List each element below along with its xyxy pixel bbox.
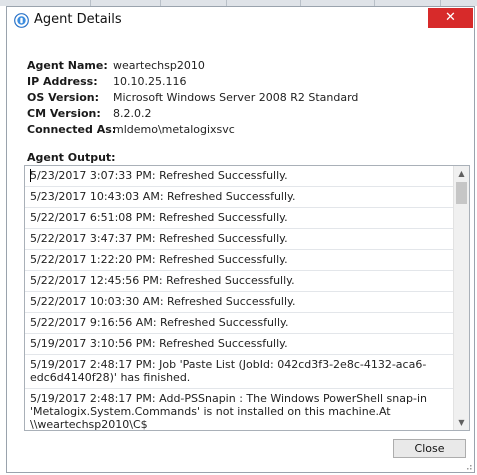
log-line[interactable]: 5/23/2017 10:43:03 AM: Refreshed Success…	[25, 187, 453, 208]
os-version-label: OS Version:	[27, 91, 100, 104]
close-button[interactable]: Close	[393, 439, 466, 458]
dialog-title: Agent Details	[34, 12, 122, 27]
agent-details-dialog: Agent Details ✕ Agent Name: weartechsp20…	[6, 6, 475, 473]
scroll-up-arrow-icon[interactable]: ▲	[454, 166, 469, 181]
connected-as-row: Connected As: mldemo\metalogixsvc	[27, 123, 447, 139]
resize-grip-icon[interactable]	[464, 462, 472, 470]
log-line-text: 5/22/2017 9:16:56 AM: Refreshed Successf…	[30, 316, 289, 329]
agent-name-row: Agent Name: weartechsp2010	[27, 59, 447, 75]
agent-icon	[14, 13, 29, 28]
agent-output-label: Agent Output:	[27, 151, 116, 164]
log-line-text: 5/22/2017 1:22:20 PM: Refreshed Successf…	[30, 253, 288, 266]
title-bar[interactable]: Agent Details ✕	[7, 7, 474, 35]
ip-address-row: IP Address: 10.10.25.116	[27, 75, 447, 91]
log-line[interactable]: 5/22/2017 12:45:56 PM: Refreshed Success…	[25, 271, 453, 292]
os-version-row: OS Version: Microsoft Windows Server 200…	[27, 91, 447, 107]
log-line[interactable]: 5/19/2017 2:48:17 PM: Job 'Paste List (J…	[25, 355, 453, 389]
log-line-text: 5/22/2017 10:03:30 AM: Refreshed Success…	[30, 295, 296, 308]
log-line[interactable]: 5/22/2017 10:03:30 AM: Refreshed Success…	[25, 292, 453, 313]
text-cursor	[30, 169, 31, 182]
log-line-text: 5/19/2017 3:10:56 PM: Refreshed Successf…	[30, 337, 288, 350]
log-line[interactable]: 5/22/2017 3:47:37 PM: Refreshed Successf…	[25, 229, 453, 250]
log-line[interactable]: 5/19/2017 3:10:56 PM: Refreshed Successf…	[25, 334, 453, 355]
agent-info-panel: Agent Name: weartechsp2010 IP Address: 1…	[27, 59, 447, 139]
cm-version-row: CM Version: 8.2.0.2	[27, 107, 447, 123]
cm-version-value: 8.2.0.2	[113, 107, 152, 120]
cm-version-label: CM Version:	[27, 107, 101, 120]
log-line-text: 5/22/2017 6:51:08 PM: Refreshed Successf…	[30, 211, 288, 224]
log-line[interactable]: 5/22/2017 9:16:56 AM: Refreshed Successf…	[25, 313, 453, 334]
log-line-text: 5/23/2017 10:43:03 AM: Refreshed Success…	[30, 190, 296, 203]
agent-name-value: weartechsp2010	[113, 59, 205, 72]
scrollbar-thumb[interactable]	[456, 182, 467, 204]
agent-output-log[interactable]: 5/23/2017 3:07:33 PM: Refreshed Successf…	[24, 165, 470, 431]
scroll-down-arrow-icon[interactable]: ▼	[454, 415, 469, 430]
log-line-text: 5/22/2017 12:45:56 PM: Refreshed Success…	[30, 274, 295, 287]
log-line-text: 5/23/2017 3:07:33 PM: Refreshed Successf…	[30, 169, 288, 182]
log-line[interactable]: 5/22/2017 6:51:08 PM: Refreshed Successf…	[25, 208, 453, 229]
agent-name-label: Agent Name:	[27, 59, 108, 72]
vertical-scrollbar[interactable]: ▲ ▼	[453, 166, 469, 430]
log-line[interactable]: 5/23/2017 3:07:33 PM: Refreshed Successf…	[25, 166, 453, 187]
log-line-text: 5/19/2017 2:48:17 PM: Add-PSSnapin : The…	[30, 392, 427, 430]
os-version-value: Microsoft Windows Server 2008 R2 Standar…	[113, 91, 359, 104]
log-line-text: 5/19/2017 2:48:17 PM: Job 'Paste List (J…	[30, 358, 427, 384]
connected-as-label: Connected As:	[27, 123, 117, 136]
log-line[interactable]: 5/22/2017 1:22:20 PM: Refreshed Successf…	[25, 250, 453, 271]
ip-address-label: IP Address:	[27, 75, 98, 88]
log-lines: 5/23/2017 3:07:33 PM: Refreshed Successf…	[25, 166, 453, 430]
connected-as-value: mldemo\metalogixsvc	[113, 123, 235, 136]
ip-address-value: 10.10.25.116	[113, 75, 187, 88]
log-line[interactable]: 5/19/2017 2:48:17 PM: Add-PSSnapin : The…	[25, 389, 453, 430]
log-line-text: 5/22/2017 3:47:37 PM: Refreshed Successf…	[30, 232, 288, 245]
close-window-button[interactable]: ✕	[428, 8, 473, 28]
